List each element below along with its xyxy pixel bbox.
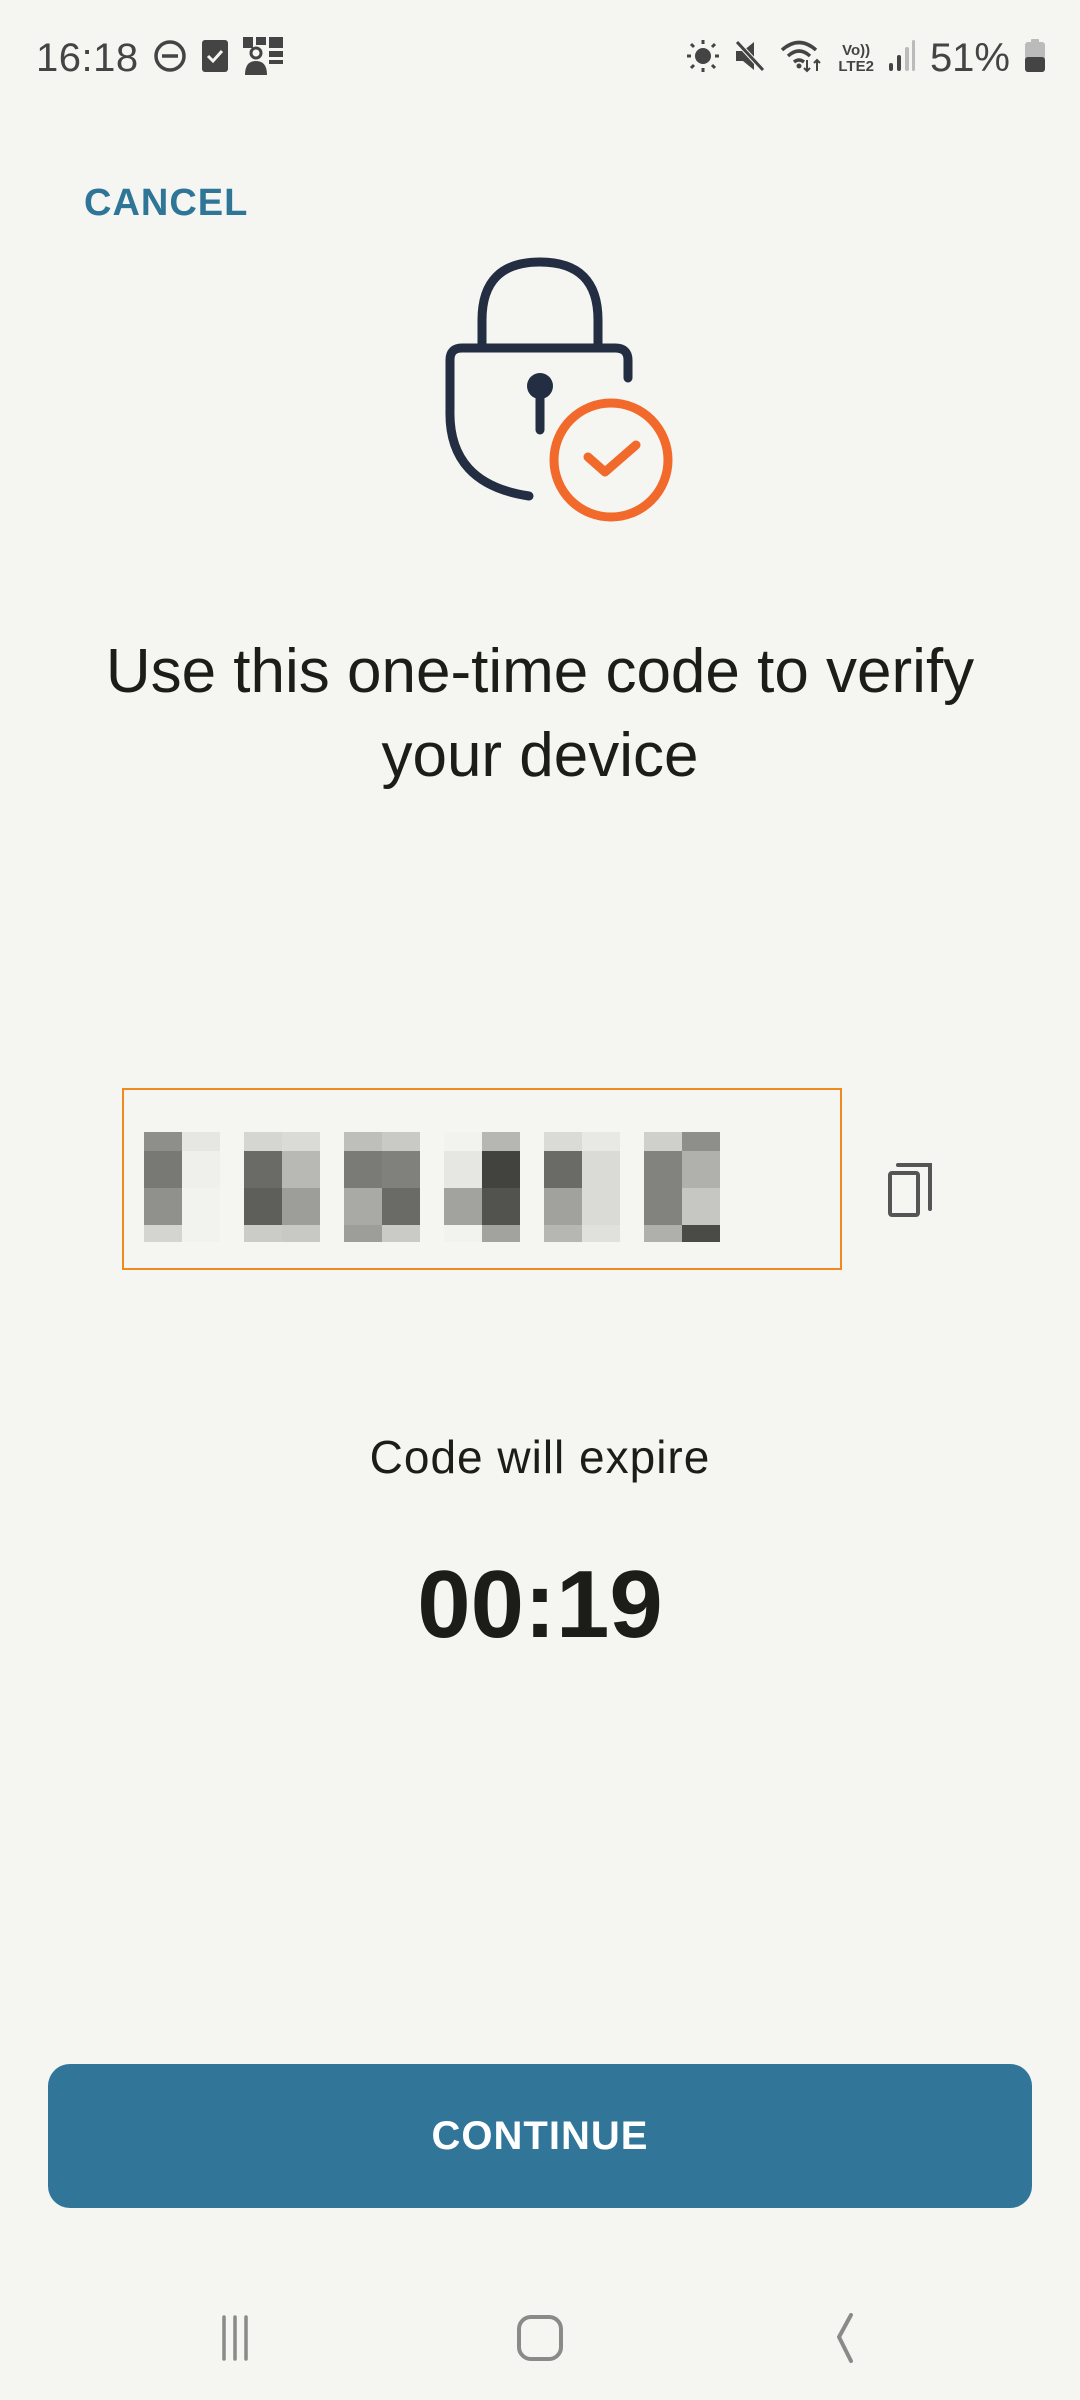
code-digit-obscured xyxy=(244,1132,320,1242)
do-not-disturb-icon xyxy=(153,39,187,78)
copy-icon xyxy=(880,1155,946,1226)
battery-percent: 51% xyxy=(929,36,1010,80)
volte-icon: Vo)) LTE2 xyxy=(838,41,874,75)
code-digit-obscured xyxy=(444,1132,520,1242)
home-button[interactable] xyxy=(500,2300,580,2380)
status-bar: 16:18 Vo)) LTE2 51% xyxy=(0,0,1080,120)
back-button[interactable] xyxy=(800,2300,880,2380)
copy-code-button[interactable] xyxy=(880,1155,946,1221)
code-digit-obscured xyxy=(144,1132,220,1242)
code-digit-obscured xyxy=(344,1132,420,1242)
page-title: Use this one-time code to verify your de… xyxy=(105,637,975,790)
battery-icon xyxy=(1024,39,1046,78)
clock: 16:18 xyxy=(36,36,139,80)
contact-card-icon xyxy=(242,37,283,80)
brightness-icon xyxy=(686,39,720,78)
countdown-timer: 00:19 xyxy=(417,1551,663,1658)
code-digit-obscured xyxy=(644,1132,720,1242)
lock-check-icon xyxy=(440,250,690,530)
one-time-code-value xyxy=(144,1132,720,1242)
mute-icon xyxy=(734,39,766,78)
navigation-bar xyxy=(0,2280,1080,2400)
recent-apps-button[interactable] xyxy=(196,2300,276,2380)
home-icon xyxy=(515,2313,565,2368)
expire-label: Code will expire xyxy=(369,1431,711,1483)
wifi-icon xyxy=(780,38,824,79)
back-icon xyxy=(815,2312,865,2368)
status-bar-left: 16:18 xyxy=(36,36,283,81)
volte-bottom-label: LTE2 xyxy=(838,57,874,75)
code-digit-obscured xyxy=(544,1132,620,1242)
recent-apps-icon xyxy=(211,2313,261,2368)
continue-button[interactable]: CONTINUE xyxy=(48,2064,1032,2208)
one-time-code-field[interactable] xyxy=(122,1088,842,1270)
volte-top-label: Vo)) xyxy=(842,41,871,59)
status-bar-right: Vo)) LTE2 51% xyxy=(686,36,1046,81)
cancel-button[interactable]: CANCEL xyxy=(84,182,248,225)
signal-icon xyxy=(888,39,916,78)
task-check-icon xyxy=(201,39,229,78)
